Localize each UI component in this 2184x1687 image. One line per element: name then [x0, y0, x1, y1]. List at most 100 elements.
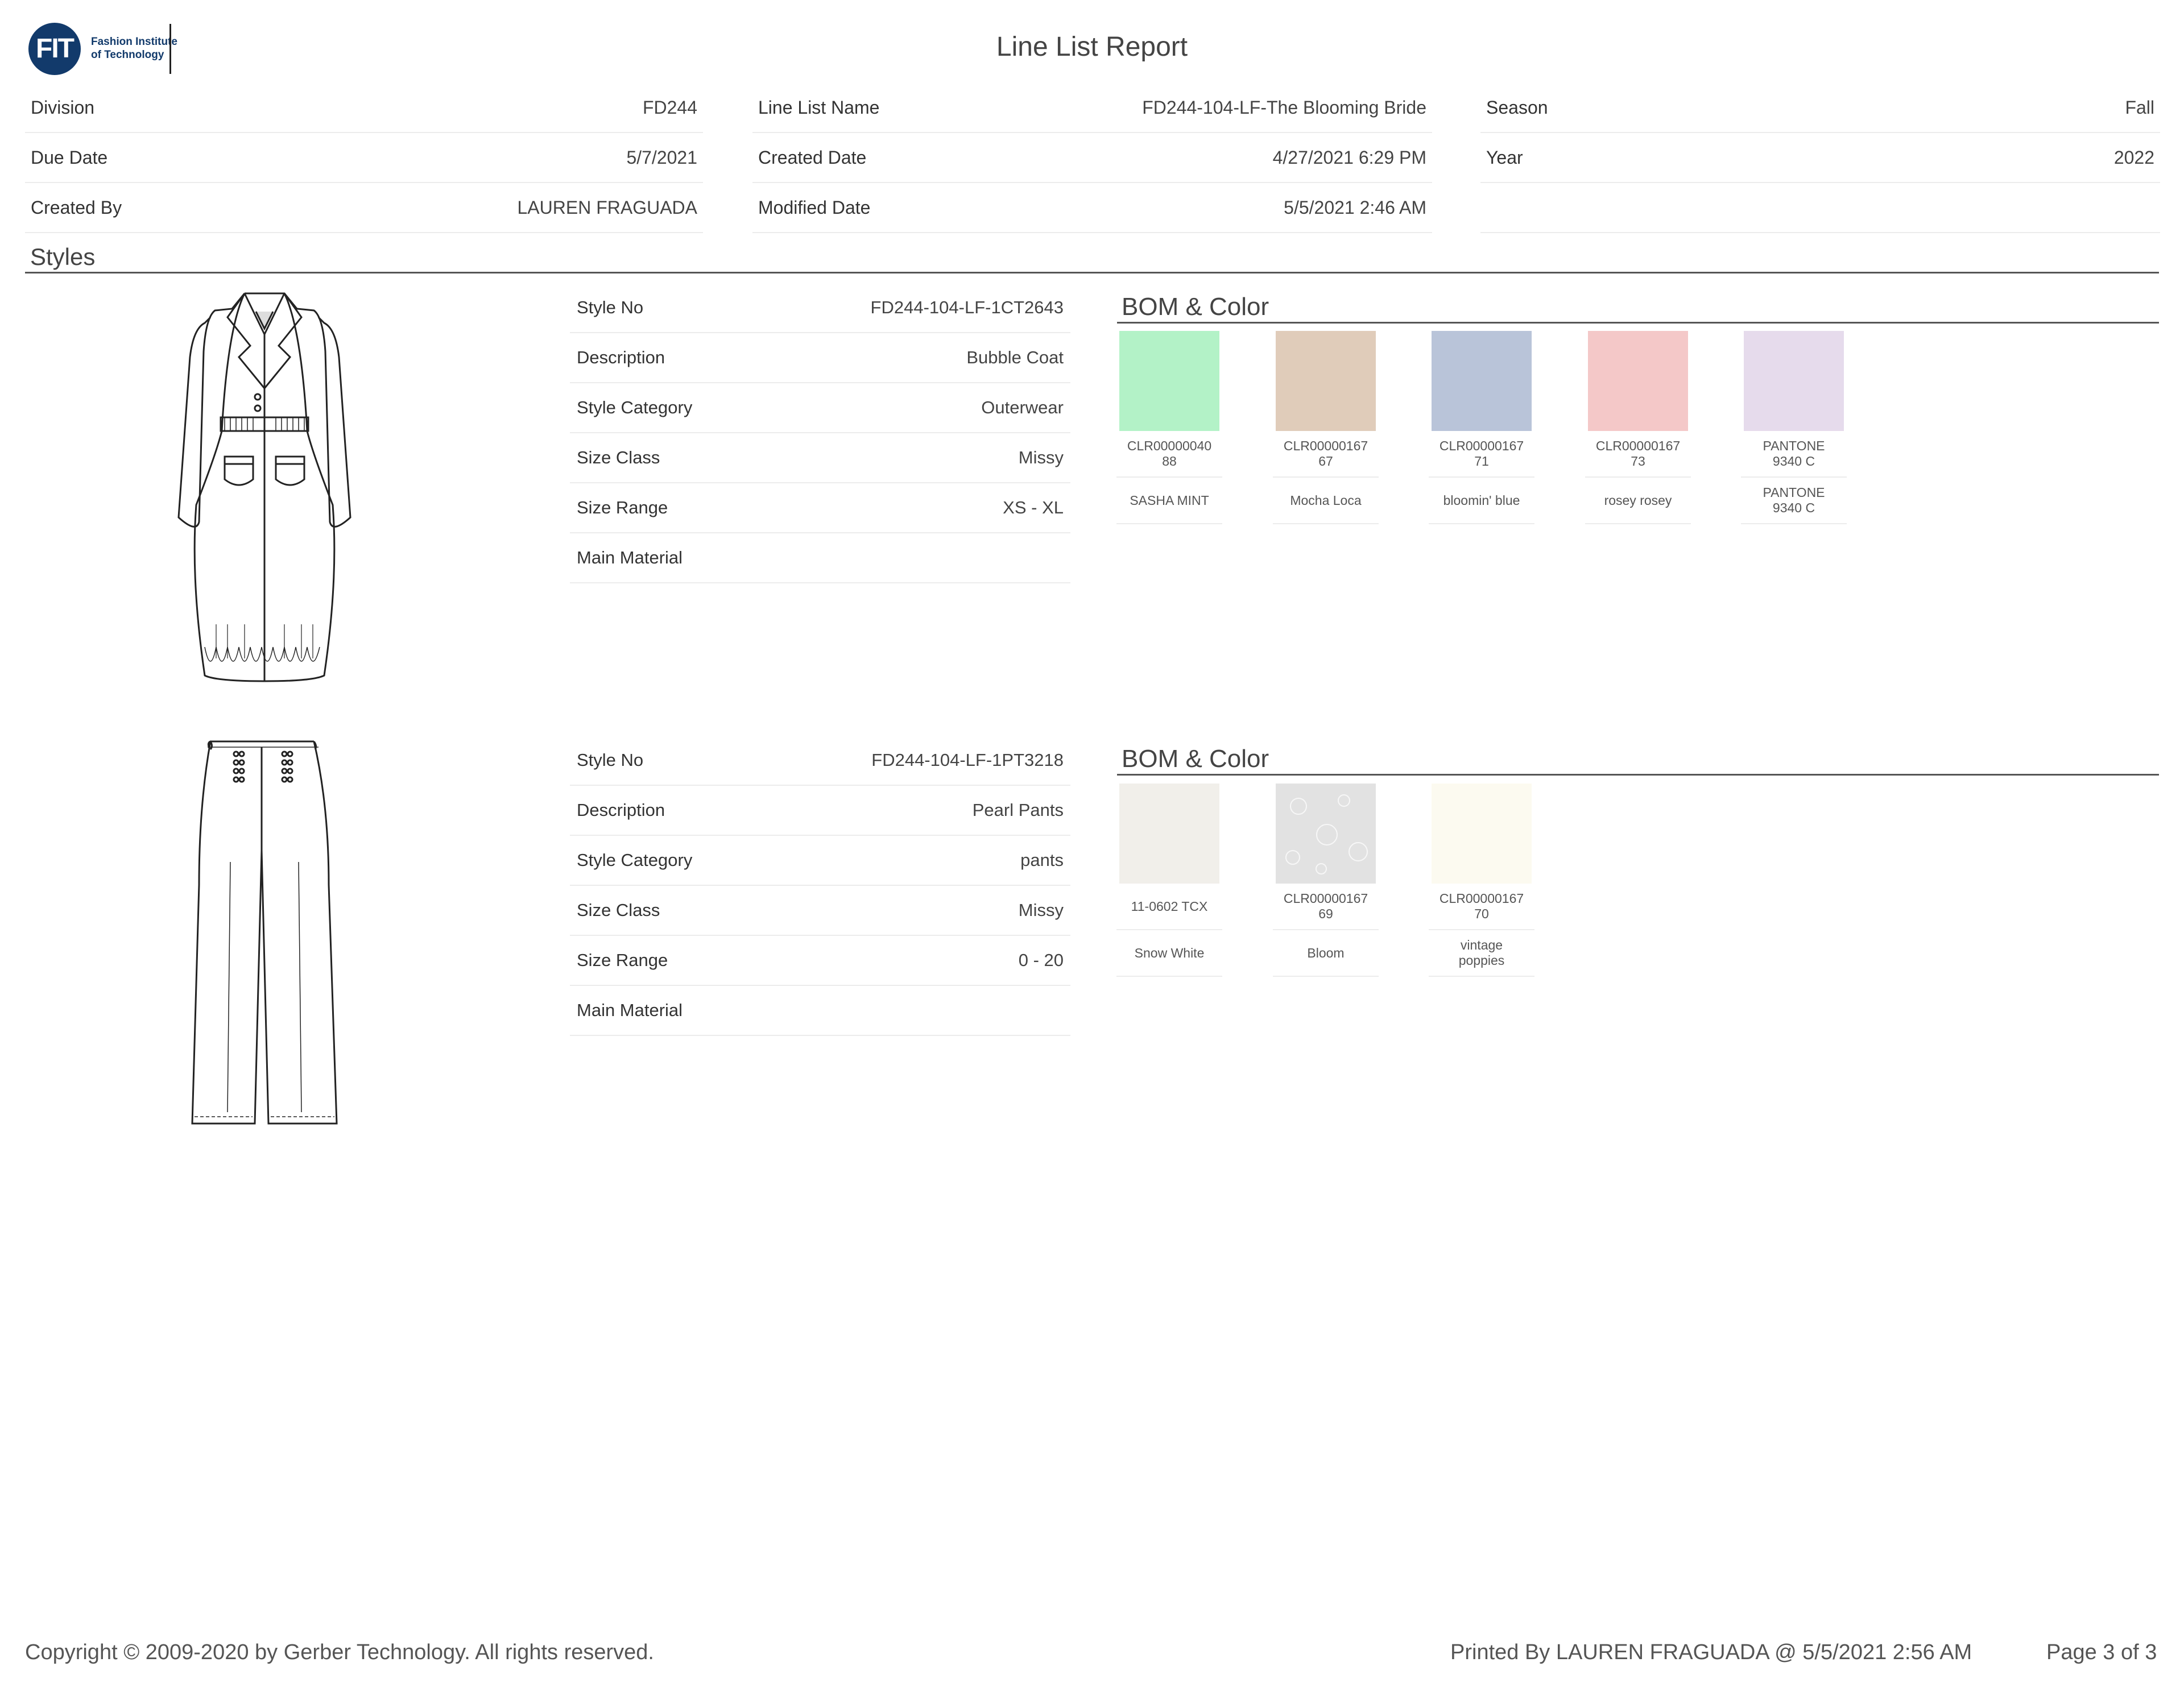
color-name-line-1: SASHA MINT: [1130, 492, 1209, 508]
color-code-line-2: 71: [1474, 454, 1489, 469]
style-label: Description: [577, 347, 665, 367]
style-label: Style Category: [577, 397, 693, 417]
style-label: Description: [577, 800, 665, 820]
info-row-year: Year 2022: [1480, 133, 2160, 183]
color-code-line-2: 9340 C: [1772, 454, 1815, 469]
color-code: CLR00000167 67: [1273, 431, 1379, 478]
color-code-line-1: CLR00000167: [1595, 438, 1681, 453]
info-row-division: Division FD244: [25, 83, 703, 133]
info-label: Season: [1486, 97, 1548, 118]
info-value: 5/5/2021 2:46 AM: [1284, 197, 1426, 218]
color-code-line-1: PANTONE: [1763, 438, 1825, 453]
pants-sketch-drawing: [191, 740, 338, 1125]
color-name: Bloom: [1273, 930, 1379, 977]
footer-copyright: Copyright © 2009-2020 by Gerber Technolo…: [25, 1640, 654, 1664]
style-label: Style Category: [577, 850, 693, 870]
color-swatch: [1119, 331, 1219, 431]
color-name-line-2: 9340 C: [1772, 500, 1815, 515]
info-label: Created Date: [758, 147, 867, 168]
style-label: Main Material: [577, 1000, 683, 1020]
color-name-line-1: vintage: [1460, 938, 1503, 952]
info-column-3: Season Fall Year 2022: [1480, 83, 2160, 233]
info-column-1: Division FD244 Due Date 5/7/2021 Created…: [25, 83, 703, 233]
style-row-size-class: Size Class Missy: [570, 433, 1070, 483]
style-row-size-class: Size Class Missy: [570, 886, 1070, 936]
bom-color-title: BOM & Color: [1122, 745, 1269, 773]
info-row-modified-date: Modified Date 5/5/2021 2:46 AM: [752, 183, 1432, 233]
style-value: XS - XL: [1003, 498, 1064, 517]
style-label: Style No: [577, 297, 644, 317]
info-row-due-date: Due Date 5/7/2021: [25, 133, 703, 183]
coat-sketch-drawing: [177, 292, 351, 682]
style-row-description: Description Pearl Pants: [570, 786, 1070, 836]
color-swatch-item: PANTONE 9340 C PANTONE 9340 C: [1741, 331, 1847, 524]
coat-sketch: [171, 283, 358, 687]
color-swatch-floral: [1276, 784, 1376, 884]
info-value: 2022: [2113, 147, 2154, 168]
color-name: vintage poppies: [1429, 930, 1534, 977]
color-name-line-1: Bloom: [1307, 945, 1345, 960]
style-label: Size Range: [577, 950, 668, 970]
style-row-style-no: Style No FD244-104-LF-1PT3218: [570, 736, 1070, 786]
info-value: LAUREN FRAGUADA: [517, 197, 698, 218]
style-value: Pearl Pants: [972, 800, 1064, 820]
style-row-main-material: Main Material: [570, 533, 1070, 583]
color-name: Mocha Loca: [1273, 478, 1379, 524]
color-swatch: [1432, 331, 1532, 431]
style-row-category: Style Category Outerwear: [570, 383, 1070, 433]
bom-color-title: BOM & Color: [1122, 293, 1269, 321]
color-code-line-1: CLR00000167: [1283, 438, 1368, 453]
info-value: FD244: [642, 97, 697, 118]
color-swatch-item: CLR00000167 69 Bloom: [1273, 784, 1379, 977]
color-name: Snow White: [1116, 930, 1222, 977]
info-value: Fall: [2125, 97, 2154, 118]
color-swatch: [1119, 784, 1219, 884]
style-label: Size Class: [577, 900, 660, 920]
color-swatch: [1744, 331, 1844, 431]
color-code-line-1: 11-0602 TCX: [1131, 898, 1208, 914]
color-name: PANTONE 9340 C: [1741, 478, 1847, 524]
style-value: Missy: [1018, 900, 1064, 920]
style-details-2: Style No FD244-104-LF-1PT3218 Descriptio…: [570, 736, 1070, 1036]
color-name-line-1: bloomin' blue: [1443, 492, 1520, 508]
color-name-line-2: poppies: [1458, 953, 1505, 968]
style-value: Missy: [1018, 447, 1064, 467]
pants-sketch: [182, 737, 347, 1135]
bom-divider: [1117, 322, 2159, 324]
floral-pattern-icon: [1276, 784, 1376, 884]
color-code-line-2: 70: [1474, 906, 1489, 921]
info-label: Due Date: [31, 147, 108, 168]
style-label: Size Class: [577, 447, 660, 467]
info-value: FD244-104-LF-The Blooming Bride: [1142, 97, 1426, 118]
color-name: SASHA MINT: [1116, 478, 1222, 524]
color-code-line-2: 69: [1318, 906, 1333, 921]
info-label: Year: [1486, 147, 1523, 168]
footer-printed-by: Printed By LAUREN FRAGUADA @ 5/5/2021 2:…: [1450, 1640, 1972, 1664]
style-value: 0 - 20: [1018, 950, 1064, 970]
style-label: Size Range: [577, 498, 668, 517]
color-code-line-1: CLR00000040: [1127, 438, 1212, 453]
color-swatch-item: CLR00000167 71 bloomin' blue: [1429, 331, 1534, 524]
bom-divider: [1117, 774, 2159, 776]
info-value: 4/27/2021 6:29 PM: [1272, 147, 1426, 168]
color-swatch: [1432, 784, 1532, 884]
color-swatch-item: CLR00000040 88 SASHA MINT: [1116, 331, 1222, 524]
color-name: bloomin' blue: [1429, 478, 1534, 524]
color-swatch-item: 11-0602 TCX Snow White: [1116, 784, 1222, 977]
style-value: FD244-104-LF-1CT2643: [870, 297, 1064, 317]
color-code-line-1: CLR00000167: [1439, 438, 1524, 453]
style-row-style-no: Style No FD244-104-LF-1CT2643: [570, 283, 1070, 333]
style-row-main-material: Main Material: [570, 986, 1070, 1036]
color-code-line-2: 67: [1318, 454, 1333, 469]
info-column-2: Line List Name FD244-104-LF-The Blooming…: [752, 83, 1432, 233]
color-code: CLR00000167 70: [1429, 884, 1534, 930]
info-row-created-date: Created Date 4/27/2021 6:29 PM: [752, 133, 1432, 183]
color-swatch: [1588, 331, 1688, 431]
color-swatch-item: CLR00000167 67 Mocha Loca: [1273, 331, 1379, 524]
color-code: CLR00000167 69: [1273, 884, 1379, 930]
section-title-styles: Styles: [30, 243, 96, 270]
color-name: rosey rosey: [1585, 478, 1691, 524]
style-value: Bubble Coat: [966, 347, 1064, 367]
color-swatch-item: CLR00000167 70 vintage poppies: [1429, 784, 1534, 977]
color-code-line-2: 88: [1162, 454, 1177, 469]
